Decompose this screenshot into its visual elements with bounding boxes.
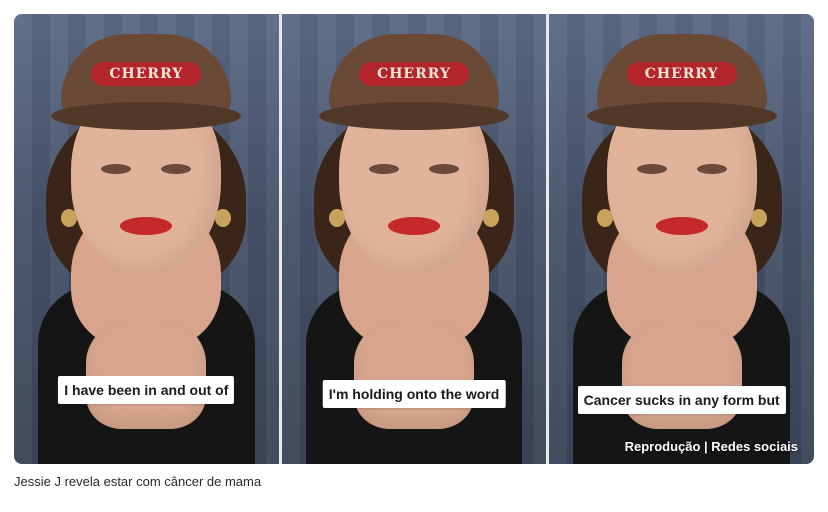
eye-right [429, 164, 459, 174]
earring-right [483, 209, 499, 227]
cap-brim [51, 102, 242, 130]
cap-logo: CHERRY [359, 62, 469, 86]
cap-logo: CHERRY [91, 62, 202, 86]
lips [655, 217, 708, 235]
hands [86, 319, 207, 429]
subtitle-caption: I have been in and out of [58, 376, 235, 404]
subtitle-caption: Cancer sucks in any form but [577, 386, 786, 414]
eye-right [696, 164, 727, 174]
figure-caption: Jessie J revela estar com câncer de mama [14, 474, 262, 489]
subtitle-caption: I'm holding onto the word [322, 380, 506, 408]
video-frame-2: CHERRY I'm holding onto the word [281, 14, 547, 464]
eye-left [369, 164, 399, 174]
image-collage: CHERRY I have been in and out of CHERRY … [14, 14, 814, 464]
image-credit: Reprodução | Redes sociais [624, 439, 799, 454]
collage-panels: CHERRY I have been in and out of CHERRY … [14, 14, 814, 464]
lips [120, 217, 173, 235]
cap-brim [319, 102, 509, 130]
video-frame-3: CHERRY Cancer sucks in any form but Repr… [549, 14, 814, 464]
cap-brim [586, 102, 777, 130]
earring-left [329, 209, 345, 227]
earring-right [750, 209, 767, 227]
hands [354, 319, 474, 429]
eye-left [636, 164, 667, 174]
video-frame-1: CHERRY I have been in and out of [14, 14, 279, 464]
cap-logo: CHERRY [626, 62, 737, 86]
earring-left [596, 209, 613, 227]
lips [388, 217, 440, 235]
